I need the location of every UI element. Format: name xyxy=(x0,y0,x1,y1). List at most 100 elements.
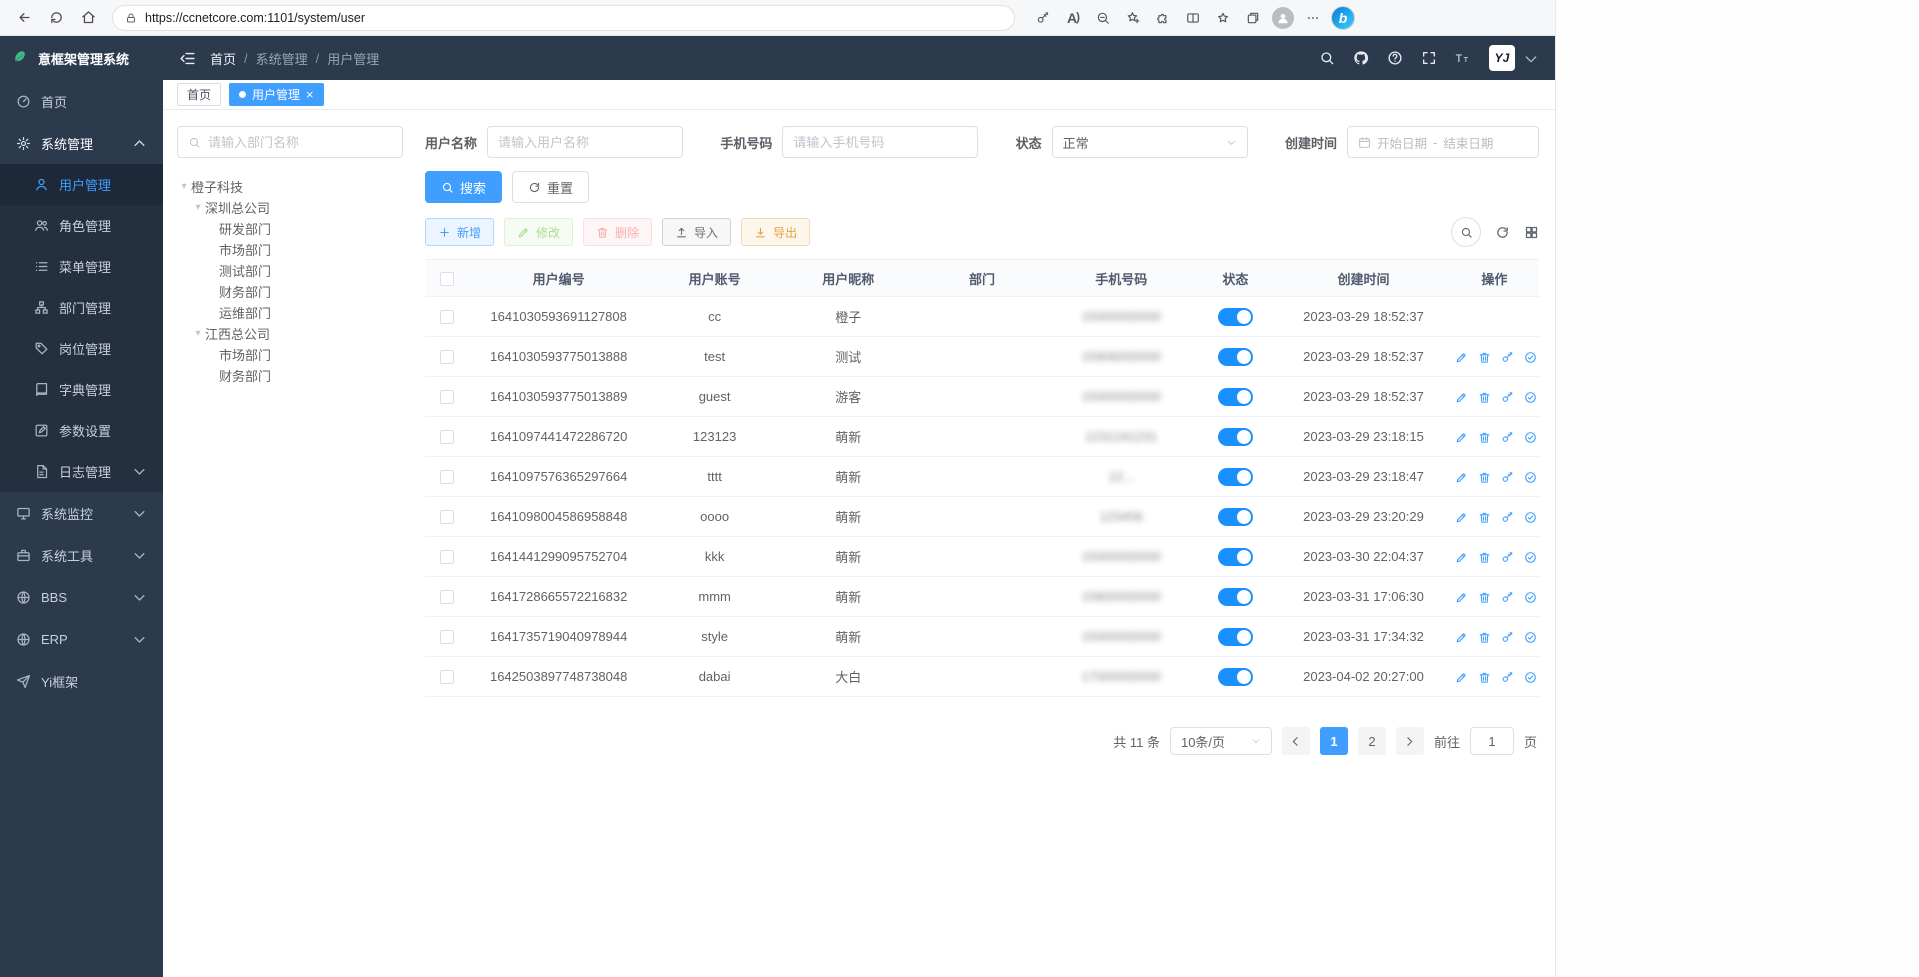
edit-icon[interactable] xyxy=(1455,471,1468,484)
sidebar-item-system-monitor[interactable]: 系统监控 xyxy=(0,492,163,534)
sidebar-item-dept-mgmt[interactable]: 部门管理 xyxy=(0,287,163,328)
status-toggle[interactable] xyxy=(1218,388,1253,406)
reset-password-icon[interactable] xyxy=(1501,631,1514,644)
add-favorite-icon[interactable] xyxy=(1119,4,1147,32)
collapse-sidebar-icon[interactable] xyxy=(179,50,196,67)
split-screen-icon[interactable] xyxy=(1179,4,1207,32)
user-avatar[interactable]: YJ xyxy=(1489,45,1515,71)
page-button-1[interactable]: 1 xyxy=(1320,727,1348,755)
assign-role-icon[interactable] xyxy=(1524,671,1537,684)
status-toggle[interactable] xyxy=(1218,428,1253,446)
tree-node[interactable]: 财务部门 xyxy=(177,365,403,386)
assign-role-icon[interactable] xyxy=(1524,471,1537,484)
breadcrumb-home[interactable]: 首页 xyxy=(210,49,236,68)
edit-icon[interactable] xyxy=(1455,431,1468,444)
delete-icon[interactable] xyxy=(1478,591,1491,604)
sidebar-item-user-mgmt[interactable]: 用户管理 xyxy=(0,164,163,205)
refresh-table-icon[interactable] xyxy=(1495,225,1510,240)
sidebar-item-home[interactable]: 首页 xyxy=(0,80,163,122)
password-key-icon[interactable] xyxy=(1029,4,1057,32)
status-toggle[interactable] xyxy=(1218,588,1253,606)
page-size-select[interactable]: 10条/页 xyxy=(1170,727,1272,755)
search-icon[interactable] xyxy=(1319,50,1335,66)
sidebar-item-menu-mgmt[interactable]: 菜单管理 xyxy=(0,246,163,287)
status-toggle[interactable] xyxy=(1218,348,1253,366)
tree-node[interactable]: 市场部门 xyxy=(177,239,403,260)
profile-avatar[interactable] xyxy=(1269,4,1297,32)
address-bar[interactable]: https://ccnetcore.com:1101/system/user xyxy=(112,5,1015,31)
favorites-bar-icon[interactable] xyxy=(1209,4,1237,32)
search-button[interactable]: 搜索 xyxy=(425,171,502,203)
tree-node[interactable]: 测试部门 xyxy=(177,260,403,281)
reset-password-icon[interactable] xyxy=(1501,471,1514,484)
browser-back-icon[interactable] xyxy=(10,4,38,32)
row-checkbox[interactable] xyxy=(440,470,454,484)
edit-icon[interactable] xyxy=(1455,591,1468,604)
row-checkbox[interactable] xyxy=(440,510,454,524)
import-button[interactable]: 导入 xyxy=(662,218,731,246)
username-input[interactable] xyxy=(498,135,672,150)
status-toggle[interactable] xyxy=(1218,508,1253,526)
fullscreen-icon[interactable] xyxy=(1421,50,1437,66)
sidebar-item-role-mgmt[interactable]: 角色管理 xyxy=(0,205,163,246)
app-logo[interactable]: 意框架管理系统 xyxy=(0,36,163,80)
goto-page-input[interactable] xyxy=(1470,727,1514,755)
tree-node[interactable]: ▾江西总公司 xyxy=(177,323,403,344)
status-toggle[interactable] xyxy=(1218,308,1253,326)
more-menu-icon[interactable] xyxy=(1299,4,1327,32)
assign-role-icon[interactable] xyxy=(1524,551,1537,564)
caret-down-icon[interactable]: ▾ xyxy=(191,202,205,213)
github-icon[interactable] xyxy=(1353,50,1369,66)
chevron-down-icon[interactable] xyxy=(1523,51,1539,71)
row-checkbox[interactable] xyxy=(440,550,454,564)
page-button-2[interactable]: 2 xyxy=(1358,727,1386,755)
add-button[interactable]: 新增 xyxy=(425,218,494,246)
tree-node[interactable]: 运维部门 xyxy=(177,302,403,323)
reset-password-icon[interactable] xyxy=(1501,671,1514,684)
delete-icon[interactable] xyxy=(1478,511,1491,524)
reset-password-icon[interactable] xyxy=(1501,431,1514,444)
column-settings-icon[interactable] xyxy=(1524,225,1539,240)
caret-down-icon[interactable]: ▾ xyxy=(191,328,205,339)
edit-icon[interactable] xyxy=(1455,511,1468,524)
browser-refresh-icon[interactable] xyxy=(42,4,70,32)
status-toggle[interactable] xyxy=(1218,668,1253,686)
caret-down-icon[interactable]: ▾ xyxy=(177,181,191,192)
sidebar-item-post-mgmt[interactable]: 岗位管理 xyxy=(0,328,163,369)
tree-node[interactable]: ▾深圳总公司 xyxy=(177,197,403,218)
sidebar-item-system-mgmt[interactable]: 系统管理 xyxy=(0,122,163,164)
status-toggle[interactable] xyxy=(1218,548,1253,566)
status-toggle[interactable] xyxy=(1218,468,1253,486)
font-size-icon[interactable]: TT xyxy=(1455,50,1471,66)
sidebar-item-param-settings[interactable]: 参数设置 xyxy=(0,410,163,451)
edit-button[interactable]: 修改 xyxy=(504,218,573,246)
read-aloud-icon[interactable]: A) xyxy=(1059,4,1087,32)
next-page-button[interactable] xyxy=(1396,727,1424,755)
extensions-icon[interactable] xyxy=(1149,4,1177,32)
edit-icon[interactable] xyxy=(1455,351,1468,364)
sidebar-item-dict-mgmt[interactable]: 字典管理 xyxy=(0,369,163,410)
reset-password-icon[interactable] xyxy=(1501,351,1514,364)
row-checkbox[interactable] xyxy=(440,350,454,364)
reset-password-icon[interactable] xyxy=(1501,591,1514,604)
sidebar-item-log-mgmt[interactable]: 日志管理 xyxy=(0,451,163,492)
export-button[interactable]: 导出 xyxy=(741,218,810,246)
sidebar-item-erp[interactable]: ERP xyxy=(0,618,163,660)
edit-icon[interactable] xyxy=(1455,671,1468,684)
close-icon[interactable]: × xyxy=(306,88,314,101)
row-checkbox[interactable] xyxy=(440,590,454,604)
date-range-picker[interactable]: 开始日期 - 结束日期 xyxy=(1347,126,1539,158)
delete-icon[interactable] xyxy=(1478,471,1491,484)
tree-node[interactable]: 市场部门 xyxy=(177,344,403,365)
row-checkbox[interactable] xyxy=(440,310,454,324)
edit-icon[interactable] xyxy=(1455,391,1468,404)
delete-icon[interactable] xyxy=(1478,431,1491,444)
sidebar-item-yi-framework[interactable]: Yi框架 xyxy=(0,660,163,702)
reset-button[interactable]: 重置 xyxy=(512,171,589,203)
edit-icon[interactable] xyxy=(1455,631,1468,644)
zoom-out-icon[interactable] xyxy=(1089,4,1117,32)
tab-user-mgmt[interactable]: 用户管理 × xyxy=(229,83,324,106)
assign-role-icon[interactable] xyxy=(1524,391,1537,404)
reset-password-icon[interactable] xyxy=(1501,511,1514,524)
sidebar-item-bbs[interactable]: BBS xyxy=(0,576,163,618)
